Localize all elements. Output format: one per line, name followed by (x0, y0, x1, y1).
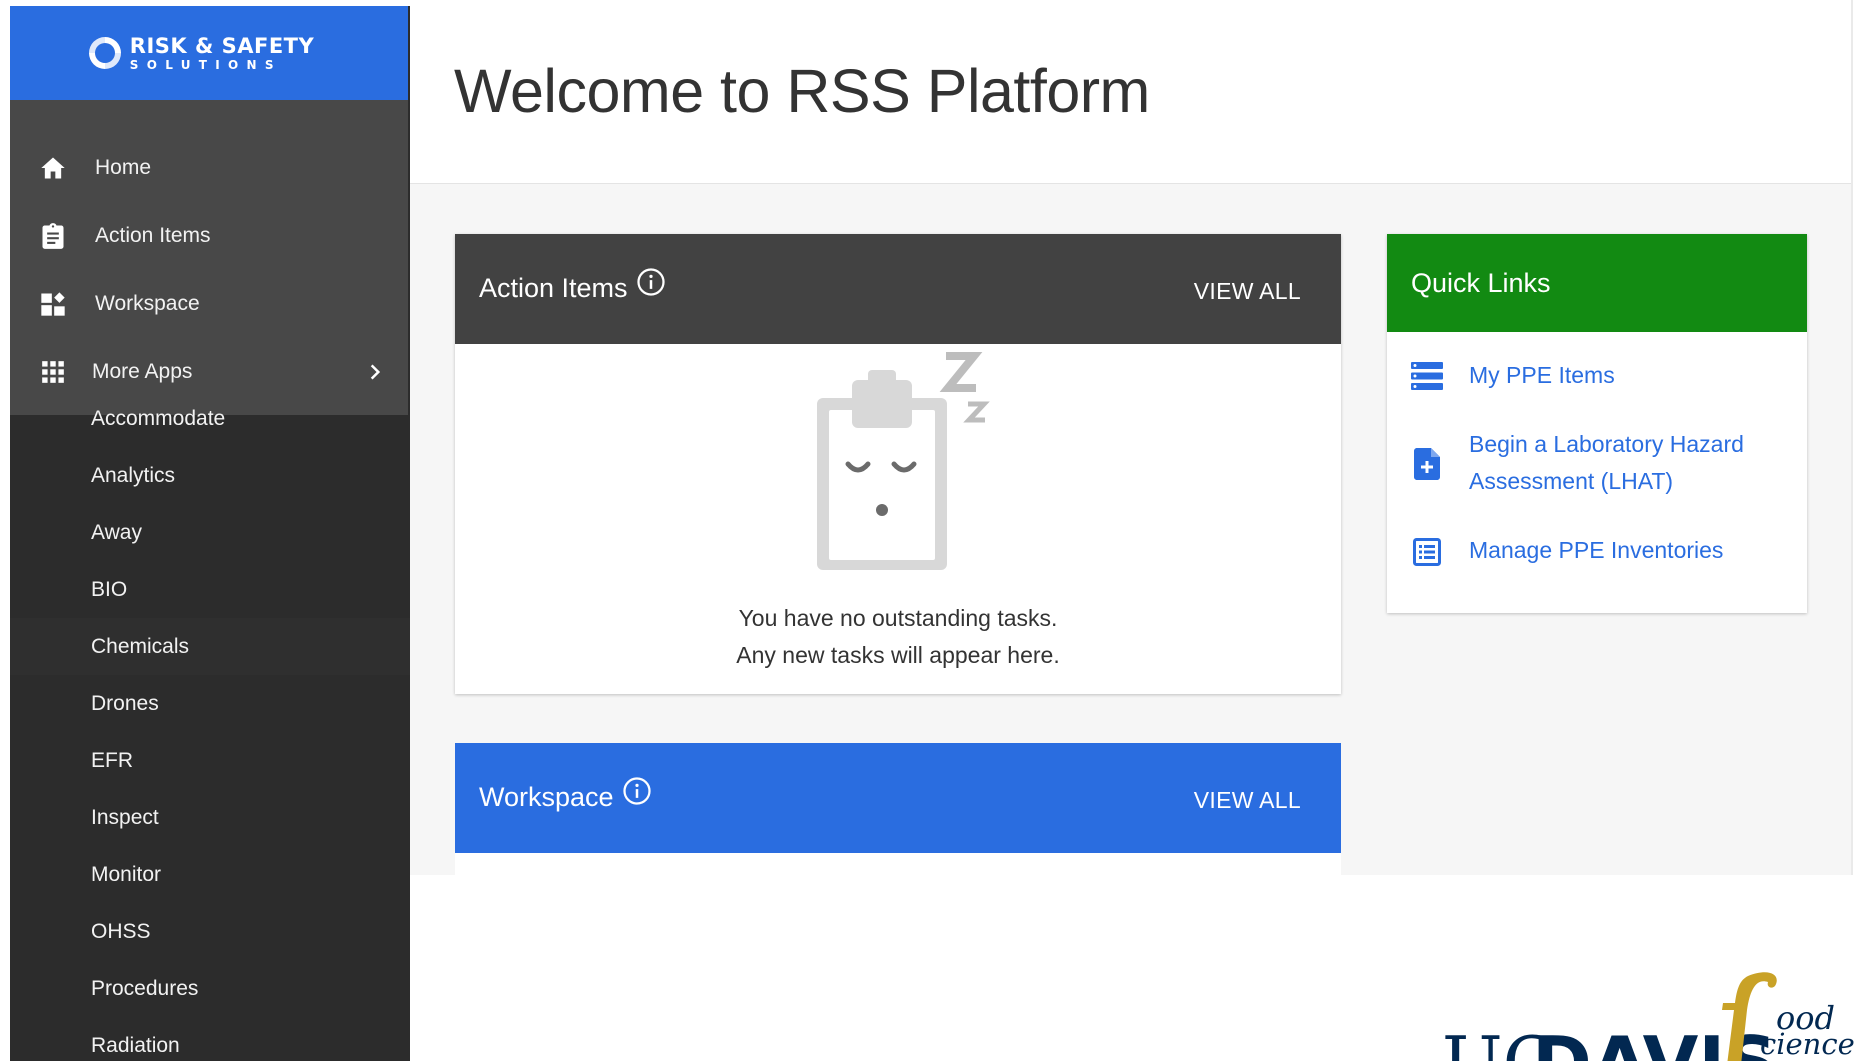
inventory-list-icon (1411, 536, 1443, 568)
app-label: Away (91, 520, 142, 544)
empty-state-line-2: Any new tasks will appear here. (736, 642, 1060, 668)
nav-item-action-items[interactable]: Action Items (10, 202, 408, 270)
quick-link-label: Manage PPE Inventories (1469, 537, 1724, 563)
app-item-ohss[interactable]: OHSS (10, 903, 410, 960)
app-label: Radiation (91, 1033, 180, 1057)
app-label: Inspect (91, 805, 159, 829)
app-item-monitor[interactable]: Monitor (10, 846, 410, 903)
sidebar: RISK & SAFETY SOLUTIONS Home Action Item… (10, 6, 410, 1061)
info-icon[interactable] (622, 776, 652, 806)
nav-item-workspace[interactable]: Workspace (10, 270, 408, 338)
content-divider (1851, 0, 1853, 875)
workspace-title: Workspace (479, 782, 614, 812)
app-item-efr[interactable]: EFR (10, 732, 410, 789)
primary-nav: Home Action Items Workspace More Apps (10, 100, 408, 415)
workspace-header: Workspace VIEW ALL (455, 743, 1341, 853)
app-label: Procedures (91, 976, 199, 1000)
info-icon[interactable] (636, 267, 666, 297)
app-item-away[interactable]: Away (10, 504, 410, 561)
nav-label-action-items: Action Items (95, 224, 211, 247)
quick-link-manage-ppe-inventories[interactable]: Manage PPE Inventories (1387, 524, 1807, 580)
app-item-analytics[interactable]: Analytics (10, 447, 410, 504)
app-item-bio[interactable]: BIO (10, 561, 410, 618)
list-icon (1411, 360, 1443, 392)
brand-title: RISK & SAFETY (129, 33, 315, 58)
svg-text:cience &: cience & (1760, 1027, 1858, 1061)
home-icon (38, 153, 68, 183)
sleeping-clipboard-icon (810, 352, 1000, 572)
app-label: Chemicals (91, 634, 190, 658)
add-document-icon (1411, 448, 1443, 480)
app-label: Analytics (91, 463, 176, 487)
workspace-icon (38, 289, 68, 319)
app-label: EFR (91, 748, 133, 772)
quick-links-card: Quick Links My PPE Items Begin a Laborat… (1387, 234, 1807, 613)
brand-header[interactable]: RISK & SAFETY SOLUTIONS (10, 6, 408, 100)
app-label: BIO (91, 577, 128, 601)
app-item-drones[interactable]: Drones (10, 675, 410, 732)
action-items-title: Action Items (479, 273, 628, 303)
quick-link-begin-lhat[interactable]: Begin a Laboratory Hazard Assessment (LH… (1387, 422, 1807, 506)
app-item-radiation[interactable]: Radiation (10, 1017, 410, 1061)
app-label: Accommodate (91, 406, 226, 430)
app-item-chemicals[interactable]: Chemicals (10, 618, 410, 675)
rss-logo-icon (86, 34, 124, 72)
app-item-accommodate[interactable]: Accommodate (10, 390, 410, 447)
action-items-header: Action Items VIEW ALL (455, 234, 1341, 344)
app-item-inspect[interactable]: Inspect (10, 789, 410, 846)
action-items-card: Action Items VIEW ALL You have no outsta… (455, 234, 1341, 694)
action-items-view-all-button[interactable]: VIEW ALL (1194, 278, 1301, 305)
empty-state-line-1: You have no outstanding tasks. (738, 605, 1058, 631)
uc-davis-food-science-logo: UC DAVIS ood cience & (1438, 970, 1858, 1061)
brand-logo: RISK & SAFETY SOLUTIONS (86, 34, 314, 72)
page-title: Welcome to RSS Platform (454, 57, 1150, 125)
main-content: Welcome to RSS Platform Action Items VIE… (410, 0, 1853, 875)
brand-subtitle: SOLUTIONS (129, 57, 282, 72)
clipboard-icon (38, 221, 68, 251)
app-label: Monitor (91, 862, 162, 886)
nav-label-more-apps: More Apps (92, 360, 193, 383)
workspace-view-all-button[interactable]: VIEW ALL (1194, 787, 1301, 814)
workspace-card: Workspace VIEW ALL (455, 743, 1341, 875)
nav-label-workspace: Workspace (95, 292, 200, 315)
quick-links-header: Quick Links (1387, 234, 1807, 332)
nav-item-home[interactable]: Home (10, 134, 408, 202)
quick-link-label: Begin a Laboratory Hazard Assessment (LH… (1469, 431, 1744, 494)
quick-link-my-ppe-items[interactable]: My PPE Items (1387, 350, 1807, 406)
app-label: Drones (91, 691, 159, 715)
apps-grid-icon (38, 357, 68, 387)
nav-label-home: Home (95, 156, 152, 179)
page-header: Welcome to RSS Platform (410, 0, 1851, 184)
empty-state-message: You have no outstanding tasks. Any new t… (455, 600, 1341, 674)
chevron-right-icon[interactable] (363, 360, 387, 384)
app-label: OHSS (91, 919, 151, 943)
workspace-title-wrap: Workspace (479, 776, 652, 813)
action-items-title-wrap: Action Items (479, 267, 666, 304)
quick-links-title: Quick Links (1411, 268, 1551, 298)
quick-link-label: My PPE Items (1469, 362, 1615, 388)
app-item-procedures[interactable]: Procedures (10, 960, 410, 1017)
